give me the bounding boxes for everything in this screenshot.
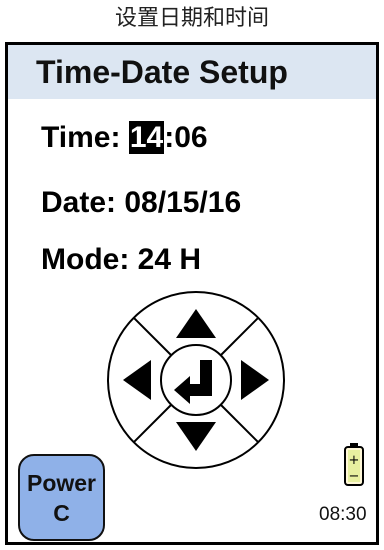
mode-value[interactable]: 24 H <box>138 243 201 276</box>
enter-button[interactable] <box>160 344 232 416</box>
screen-title: Time-Date Setup <box>36 54 288 90</box>
time-field[interactable]: Time: 14:06 <box>41 120 208 156</box>
page: 设置日期和时间 Time-Date Setup Time: 14:06 Date… <box>0 0 384 550</box>
battery-plus-sign: + <box>349 453 360 468</box>
mode-field[interactable]: Mode: 24 H <box>41 242 201 278</box>
title-bar: Time-Date Setup <box>8 45 376 99</box>
date-label: Date: <box>41 186 117 219</box>
page-caption: 设置日期和时间 <box>114 6 269 31</box>
navigation-pad[interactable] <box>106 290 286 470</box>
power-button-label: Power <box>26 470 97 496</box>
date-value[interactable]: 08/15/16 <box>124 186 241 219</box>
time-label: Time: <box>41 121 121 154</box>
date-field[interactable]: Date: 08/15/16 <box>41 185 241 221</box>
time-separator: : <box>164 121 175 154</box>
time-hours-selected[interactable]: 14 <box>128 121 165 154</box>
time-minutes[interactable]: 06 <box>174 121 207 154</box>
battery-minus-sign: − <box>349 469 360 484</box>
power-button-sublabel: C <box>53 500 70 526</box>
clock-readout: 08:30 <box>319 504 367 525</box>
device-screen: Time-Date Setup Time: 14:06 Date: 08/15/… <box>5 42 379 545</box>
power-button[interactable]: Power C <box>18 454 105 541</box>
battery-icon: + − <box>344 443 364 486</box>
mode-label: Mode: <box>41 243 130 276</box>
